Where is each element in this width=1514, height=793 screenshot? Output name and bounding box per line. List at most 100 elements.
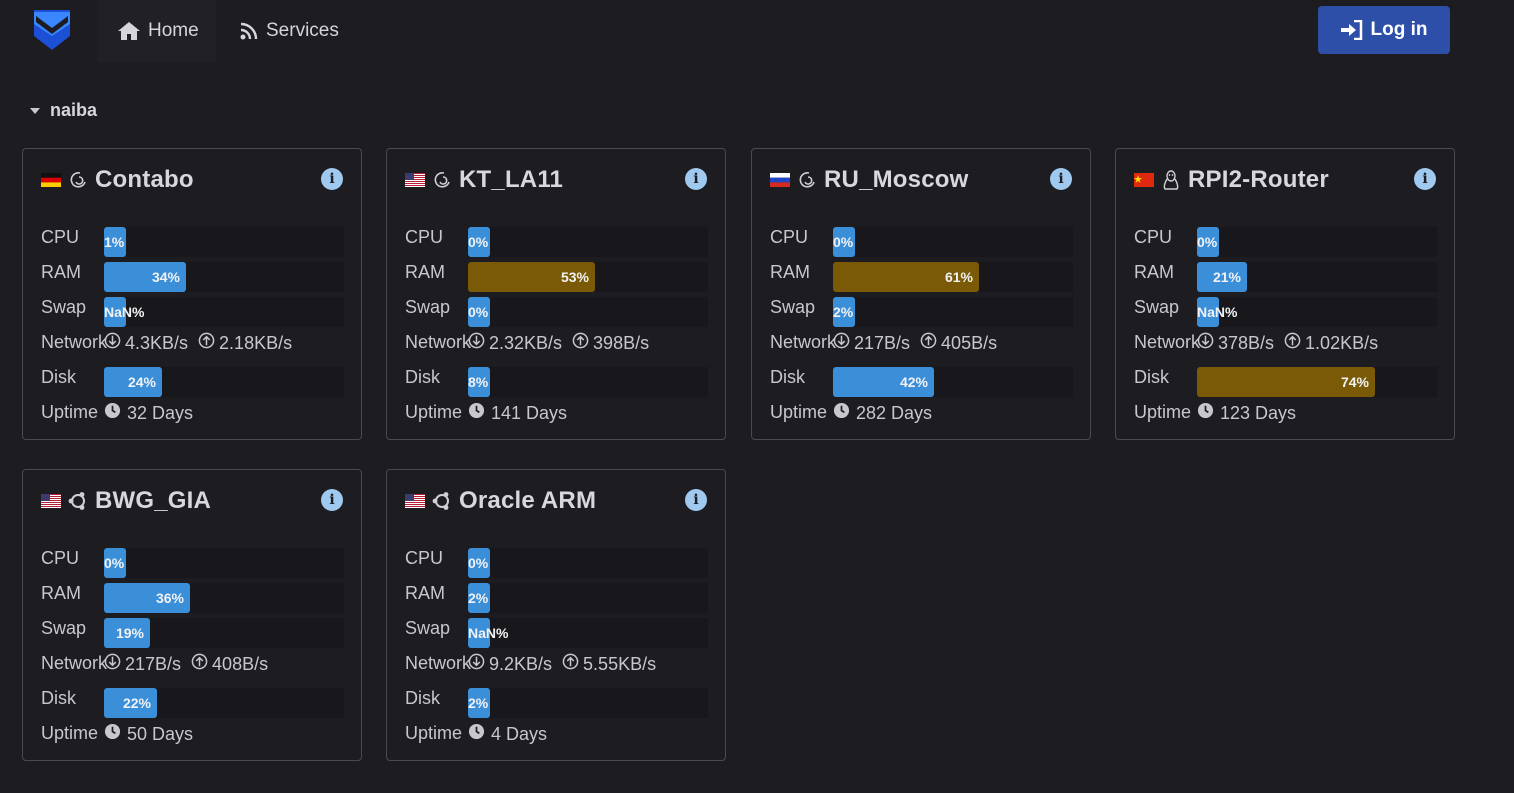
network-values: 9.2KB/s 5.55KB/s [468,653,656,675]
group-toggle[interactable]: naiba [30,100,97,121]
download-icon [833,332,850,354]
network-down: 9.2KB/s [489,653,553,674]
nav-services[interactable]: Services [240,0,339,62]
server-card: Oracle ARM i CPU 0% RAM 2% Swap NaN% Network 9.2K… [386,469,726,761]
uptime-row: Uptime 32 Days [41,396,343,426]
flag-us-icon [41,494,61,508]
uptime-row: Uptime 4 Days [405,717,707,747]
download-icon [468,653,485,675]
app-logo-icon[interactable] [34,10,70,50]
disk-label: Disk [405,367,440,387]
network-row: Network 4.3KB/s 2.18KB/s [41,326,343,356]
network-label: Network [405,332,472,352]
cpu-row: CPU 0% [41,542,344,578]
ram-bar-track: 2% [468,583,708,613]
cpu-label: CPU [41,227,80,247]
ram-label: RAM [41,583,81,603]
upload-icon [198,332,215,354]
info-icon[interactable]: i [1050,168,1072,190]
network-label: Network [405,653,472,673]
server-card: RPI2-Router i CPU 0% RAM 21% Swap NaN% Network 37… [1115,148,1455,440]
info-icon[interactable]: i [685,489,707,511]
network-label: Network [770,332,837,352]
uptime-value-group: 141 Days [468,402,567,424]
network-up: 5.55KB/s [583,653,657,674]
cpu-percent: 0% [468,555,489,571]
cpu-row: CPU 1% [41,221,344,257]
swap-row: Swap NaN% [41,291,344,327]
ram-percent: 36% [155,590,184,606]
ram-percent: 53% [560,269,589,285]
cpu-label: CPU [770,227,809,247]
debian-icon [796,169,818,191]
nav-services-label: Services [266,20,339,41]
upload-icon [920,332,937,354]
ram-percent: 34% [151,269,180,285]
uptime-value: 4 Days [491,723,548,744]
ram-label: RAM [405,583,445,603]
download-icon [1197,332,1214,354]
swap-percent: NaN% [1197,304,1238,320]
nav-home[interactable]: Home [98,0,216,62]
home-icon [118,22,140,40]
disk-percent: 8% [468,374,489,390]
uptime-value-group: 4 Days [468,723,547,745]
ram-label: RAM [1134,262,1174,282]
swap-bar-track: NaN% [1197,297,1437,327]
upload-icon [1284,332,1301,354]
network-down: 217B/s [854,332,911,353]
ubuntu-icon [67,490,89,512]
cpu-row: CPU 0% [405,221,708,257]
ram-percent: 61% [944,269,973,285]
disk-bar-track: 42% [833,367,1073,397]
ram-row: RAM 2% [405,577,708,613]
disk-percent: 74% [1340,374,1369,390]
network-values: 378B/s 1.02KB/s [1197,332,1378,354]
clock-icon [104,723,121,745]
ram-row: RAM 21% [1134,256,1437,292]
debian-icon [67,169,89,191]
swap-label: Swap [405,618,451,638]
info-icon[interactable]: i [321,168,343,190]
server-header: KT_LA11 i [405,165,707,195]
uptime-label: Uptime [41,723,99,743]
disk-label: Disk [41,367,76,387]
flag-ru-icon [770,173,790,187]
ram-bar-track: 34% [104,262,344,292]
info-icon[interactable]: i [1414,168,1436,190]
swap-bar-track: 0% [468,297,708,327]
uptime-row: Uptime 50 Days [41,717,343,747]
sign-in-icon [1340,20,1362,40]
info-icon[interactable]: i [685,168,707,190]
disk-percent: 2% [468,695,489,711]
linux-icon [1160,169,1182,191]
cpu-row: CPU 0% [1134,221,1437,257]
network-row: Network 378B/s 1.02KB/s [1134,326,1436,356]
server-name: RPI2-Router [1188,166,1329,193]
ram-percent: 21% [1212,269,1241,285]
clock-icon [468,723,485,745]
cpu-label: CPU [41,548,80,568]
cpu-bar-track: 0% [104,548,344,578]
uptime-label: Uptime [405,402,463,422]
network-up: 408B/s [212,653,269,674]
nav-home-label: Home [148,20,199,41]
upload-icon [191,653,208,675]
cpu-row: CPU 0% [405,542,708,578]
network-label: Network [41,332,108,352]
swap-bar-track: 2% [833,297,1073,327]
login-button[interactable]: Log in [1318,6,1450,54]
info-icon[interactable]: i [321,489,343,511]
swap-percent: 2% [833,304,854,320]
uptime-value: 141 Days [491,402,568,423]
upload-icon [562,653,579,675]
cpu-bar-track: 1% [104,227,344,257]
cpu-label: CPU [1134,227,1173,247]
ram-row: RAM 53% [405,256,708,292]
disk-row: Disk 42% [770,361,1073,397]
disk-label: Disk [41,688,76,708]
disk-label: Disk [770,367,805,387]
login-label: Log in [1370,19,1428,40]
uptime-row: Uptime 141 Days [405,396,707,426]
server-header: Oracle ARM i [405,486,707,516]
